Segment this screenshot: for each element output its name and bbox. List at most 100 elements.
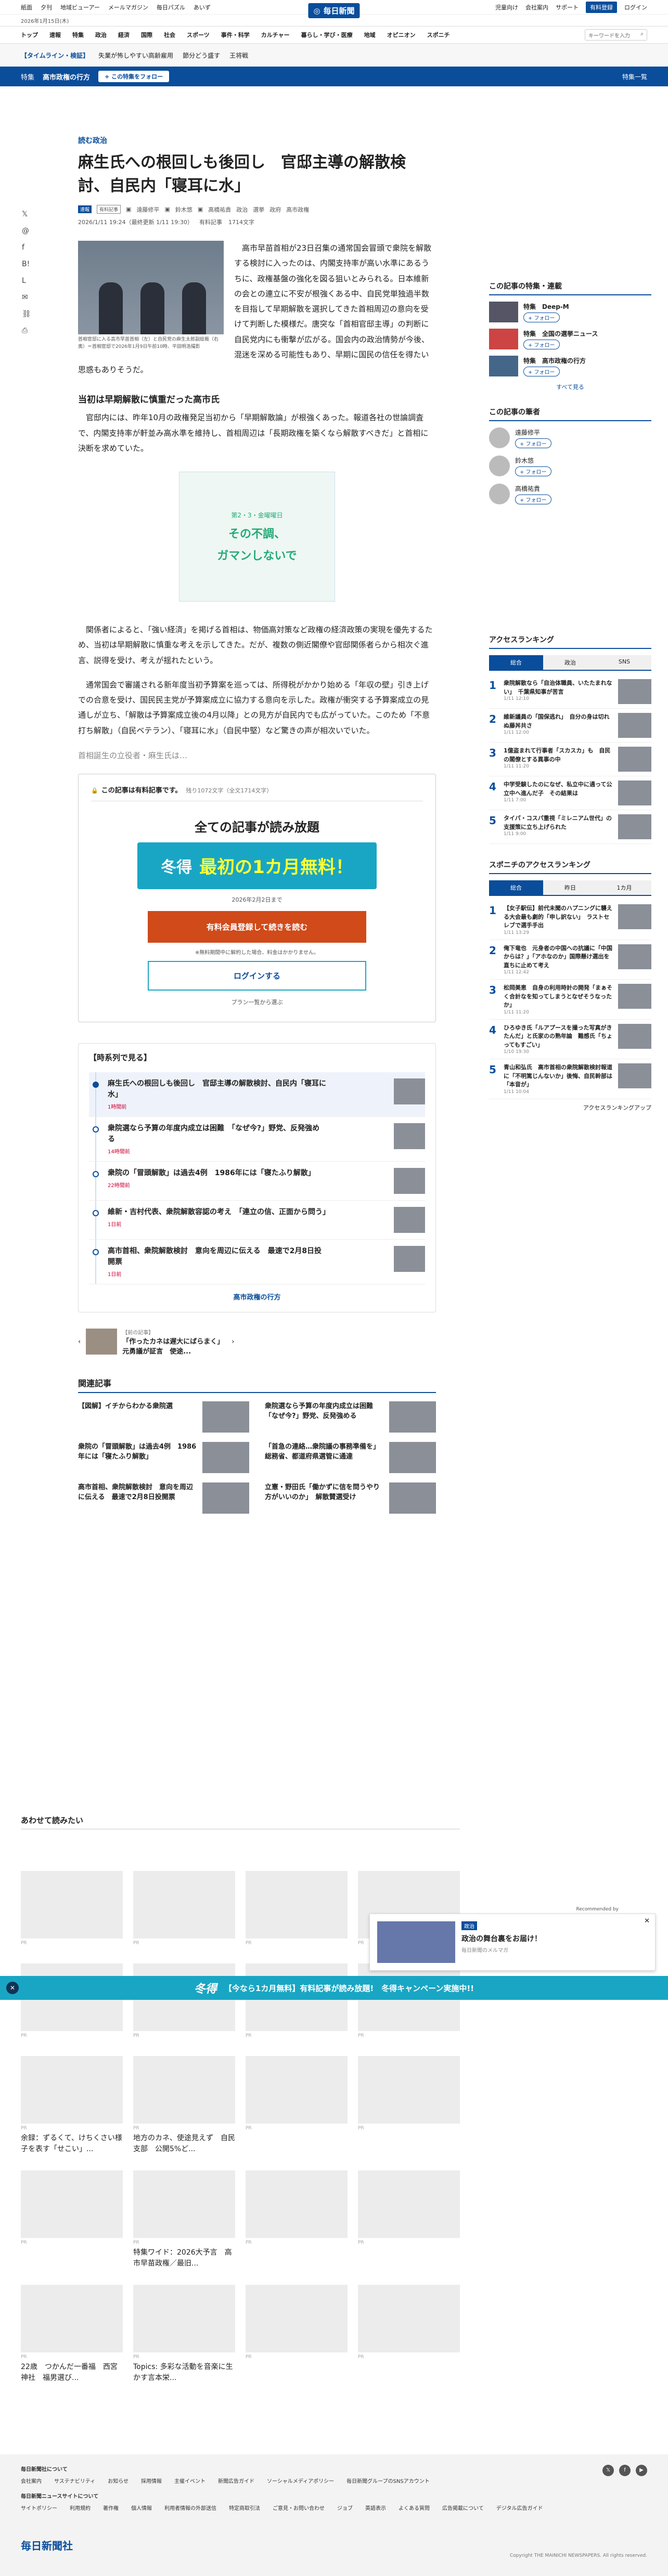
footer-link[interactable]: サイトポリシー: [21, 2504, 57, 2512]
tab-yesterday[interactable]: 昨日: [543, 880, 597, 895]
close-icon[interactable]: ✕: [6, 1982, 19, 1994]
nav-item[interactable]: 社会: [164, 31, 175, 39]
timeline-item[interactable]: 衆院の「冒頭解散」は過去4例 1986年には「寝たふり解散」 22時間前: [89, 1161, 425, 1201]
nav-item[interactable]: 国際: [141, 31, 152, 39]
follow-button[interactable]: + フォロー: [515, 438, 551, 448]
print-icon[interactable]: ⎙: [22, 327, 31, 335]
related-item[interactable]: 高市首相、衆院解散検討 意向を周辺に伝える 最速で2月8日投開票: [78, 1482, 249, 1514]
recommended-card[interactable]: PR 22歳 つかんだ一番福 西宮神社 福男選び...: [21, 2285, 123, 2384]
author-item[interactable]: 鈴木悠 + フォロー: [489, 456, 651, 476]
util-link[interactable]: 会社案内: [525, 3, 548, 11]
follow-button[interactable]: + フォロー: [523, 339, 560, 349]
recommendation-popup[interactable]: Recommended by 政治 政治の舞台裏をお届け！ 毎日新聞のメルマガ ✕: [369, 1907, 656, 1971]
login-link[interactable]: ログイン: [624, 3, 647, 11]
author-link[interactable]: 遠藤修平: [136, 205, 159, 214]
timeline-more-link[interactable]: 高市政権の行方: [89, 1292, 425, 1302]
recommended-card[interactable]: PR: [358, 2285, 460, 2384]
footer-link[interactable]: 利用規約: [70, 2504, 91, 2512]
recommended-card[interactable]: PR: [133, 1871, 235, 1948]
nav-item[interactable]: 暮らし・学び・医療: [301, 31, 353, 39]
follow-feature-button[interactable]: + この特集をフォロー: [98, 71, 170, 82]
tag-link[interactable]: 選挙: [253, 205, 264, 214]
tag-link[interactable]: 政治: [236, 205, 248, 214]
feature-item[interactable]: 特集 高市政権の行方 + フォロー: [489, 356, 651, 376]
youtube-icon[interactable]: ▶: [636, 2465, 647, 2476]
footer-link[interactable]: 毎日新聞グループのSNSアカウント: [346, 2477, 430, 2484]
feature-list-link[interactable]: 特集一覧: [622, 72, 647, 81]
related-item[interactable]: 衆院選なら予算の年度内成立は困難 「なぜ今?」野党、反発強める: [265, 1401, 436, 1433]
follow-button[interactable]: + フォロー: [515, 466, 551, 476]
hatena-share-icon[interactable]: B!: [22, 260, 31, 268]
ranking-more-link[interactable]: アクセスランキングアップ: [489, 1103, 651, 1112]
recommended-card[interactable]: PR: [246, 2170, 348, 2269]
recommended-card[interactable]: PR Topics: 多彩な活動を音楽に生かす言本栄...: [133, 2285, 235, 2384]
footer-link[interactable]: 個人情報: [131, 2504, 152, 2512]
recommended-card[interactable]: PR 特集ワイド：2026大予言 高市早苗政権／最旧...: [133, 2170, 235, 2269]
util-link[interactable]: サポート: [556, 3, 579, 11]
nav-item[interactable]: オピニオン: [387, 31, 416, 39]
topic-link[interactable]: 節分どう盛す: [183, 51, 220, 60]
topic-link[interactable]: 失業が怖しやすい高齢雇用: [98, 51, 173, 60]
footer-link[interactable]: ご意見・お問い合わせ: [273, 2504, 325, 2512]
recommended-card[interactable]: PR 地方のカネ、使途見えず 自民支部 公開5%ど...: [133, 2056, 235, 2155]
recommended-card[interactable]: PR: [246, 2056, 348, 2155]
timeline-item[interactable]: 衆院選なら予算の年度内成立は困難 「なぜ今?」野党、反発強める 14時間前: [89, 1116, 425, 1162]
nav-item[interactable]: 事件・科学: [221, 31, 250, 39]
recommended-card[interactable]: PR: [246, 1871, 348, 1948]
facebook-icon[interactable]: f: [619, 2465, 631, 2476]
ranking-item[interactable]: 5 タイパ・コスパ重視「ミレニアム世代」の支援策に立ち上げられた 1/11 9:00: [489, 810, 651, 844]
footer-link[interactable]: 採用情報: [141, 2477, 162, 2484]
util-link[interactable]: 毎日パズル: [157, 3, 185, 11]
follow-button[interactable]: + フォロー: [515, 494, 551, 504]
search-icon[interactable]: ⌕: [640, 31, 644, 38]
topic-link[interactable]: 王将戦: [229, 51, 248, 60]
footer-link[interactable]: 広告掲載について: [442, 2504, 484, 2512]
recommended-card[interactable]: PR: [246, 2285, 348, 2384]
ranking-item[interactable]: 5 青山和弘氏 高市首相の衆院解散検討報道に「不明篤じんないか」後悔、自民幹部は「…: [489, 1059, 651, 1099]
footer-link[interactable]: サステナビリティ: [54, 2477, 95, 2484]
footer-link[interactable]: 利用者情報の外部送信: [164, 2504, 216, 2512]
article-photo[interactable]: 首相官邸に入る高市早苗首相（左）と自民党の麻生太郎副総裁（右奥）＝首相官邸で20…: [78, 241, 224, 350]
campaign-footer-banner[interactable]: ✕ 冬得 【今なら1カ月無料】有料記事が読み放題! 冬得キャンペーン実施中!!: [0, 1976, 668, 2000]
close-icon[interactable]: ✕: [644, 1917, 650, 1925]
author-link[interactable]: 高橋祐貴: [208, 205, 231, 214]
nav-item[interactable]: カルチャー: [261, 31, 290, 39]
recommended-card[interactable]: PR: [246, 1963, 348, 2040]
line-share-icon[interactable]: L: [22, 277, 31, 285]
facebook-share-icon[interactable]: f: [22, 243, 31, 252]
recommended-card[interactable]: PR: [358, 2056, 460, 2155]
nav-item[interactable]: 速報: [49, 31, 61, 39]
related-item[interactable]: 衆院の「冒頭解散」は過去4例 1986年には「寝たふり解散」: [78, 1441, 249, 1473]
mail-share-icon[interactable]: ✉: [22, 293, 31, 302]
chevron-left-icon[interactable]: ‹: [78, 1338, 81, 1346]
tab-politics[interactable]: 政治: [543, 655, 597, 670]
recommended-card[interactable]: PR: [21, 1871, 123, 1948]
ranking-item[interactable]: 3 1億盗まれて行事者「スカスカ」も 自民の閣僚とする異事の中 1/11 11:20: [489, 743, 651, 776]
prev-article[interactable]: ‹ 【前の記事】 「作ったカネは遅大にばらまく」元勇議が証言 使途... ›: [78, 1328, 436, 1356]
tag-link[interactable]: 高市政権: [286, 205, 309, 214]
ranking-item[interactable]: 4 中学受験したのになぜ、私立中に通って公立中へ進んだ子 その結果は 1/11 7:…: [489, 776, 651, 810]
nav-item[interactable]: 特集: [72, 31, 84, 39]
related-item[interactable]: 立憲・野田氏「働かずに信を問うやり方がいいのか」 解散賛選受け: [265, 1482, 436, 1514]
nav-item[interactable]: スポーツ: [187, 31, 210, 39]
x-icon[interactable]: 𝕏: [602, 2465, 614, 2476]
ranking-item[interactable]: 4 ひろゆき氏「ルアプースを撮った写真がきたんだ」と氏家のの熟年論 難感氏「ちょっ…: [489, 1020, 651, 1059]
login-button[interactable]: ログインする: [148, 960, 366, 991]
feature-item[interactable]: 特集 全国の選挙ニュース + フォロー: [489, 329, 651, 349]
chevron-right-icon[interactable]: ›: [232, 1338, 234, 1346]
register-button[interactable]: 有料登録: [586, 1, 617, 13]
nav-item[interactable]: トップ: [21, 31, 38, 39]
footer-link[interactable]: 特定商取引法: [229, 2504, 260, 2512]
timeline-item[interactable]: 麻生氏への根回しも後回し 官邸主導の解散検討、自民内「寝耳に水」 1時間前: [89, 1072, 425, 1117]
recommended-card[interactable]: PR: [358, 1963, 460, 2040]
author-link[interactable]: 鈴木悠: [175, 205, 192, 214]
tag-link[interactable]: 政府: [269, 205, 281, 214]
util-link[interactable]: 児童向け: [495, 3, 518, 11]
footer-link[interactable]: 会社案内: [21, 2477, 42, 2484]
recommended-card[interactable]: PR: [133, 1963, 235, 2040]
footer-link[interactable]: 著作権: [103, 2504, 119, 2512]
ranking-item[interactable]: 2 俺下竜也 元身者の中国への抗議に「中国からは？」「アホなのか」国際懸け選出を直…: [489, 940, 651, 980]
util-link[interactable]: 夕刊: [41, 3, 52, 11]
ranking-item[interactable]: 1 【女子駅伝】前代未聞のハプニングに襲える大会最も劇的「申し訳ない」 ラストセレ…: [489, 900, 651, 940]
threads-share-icon[interactable]: @: [22, 227, 31, 235]
